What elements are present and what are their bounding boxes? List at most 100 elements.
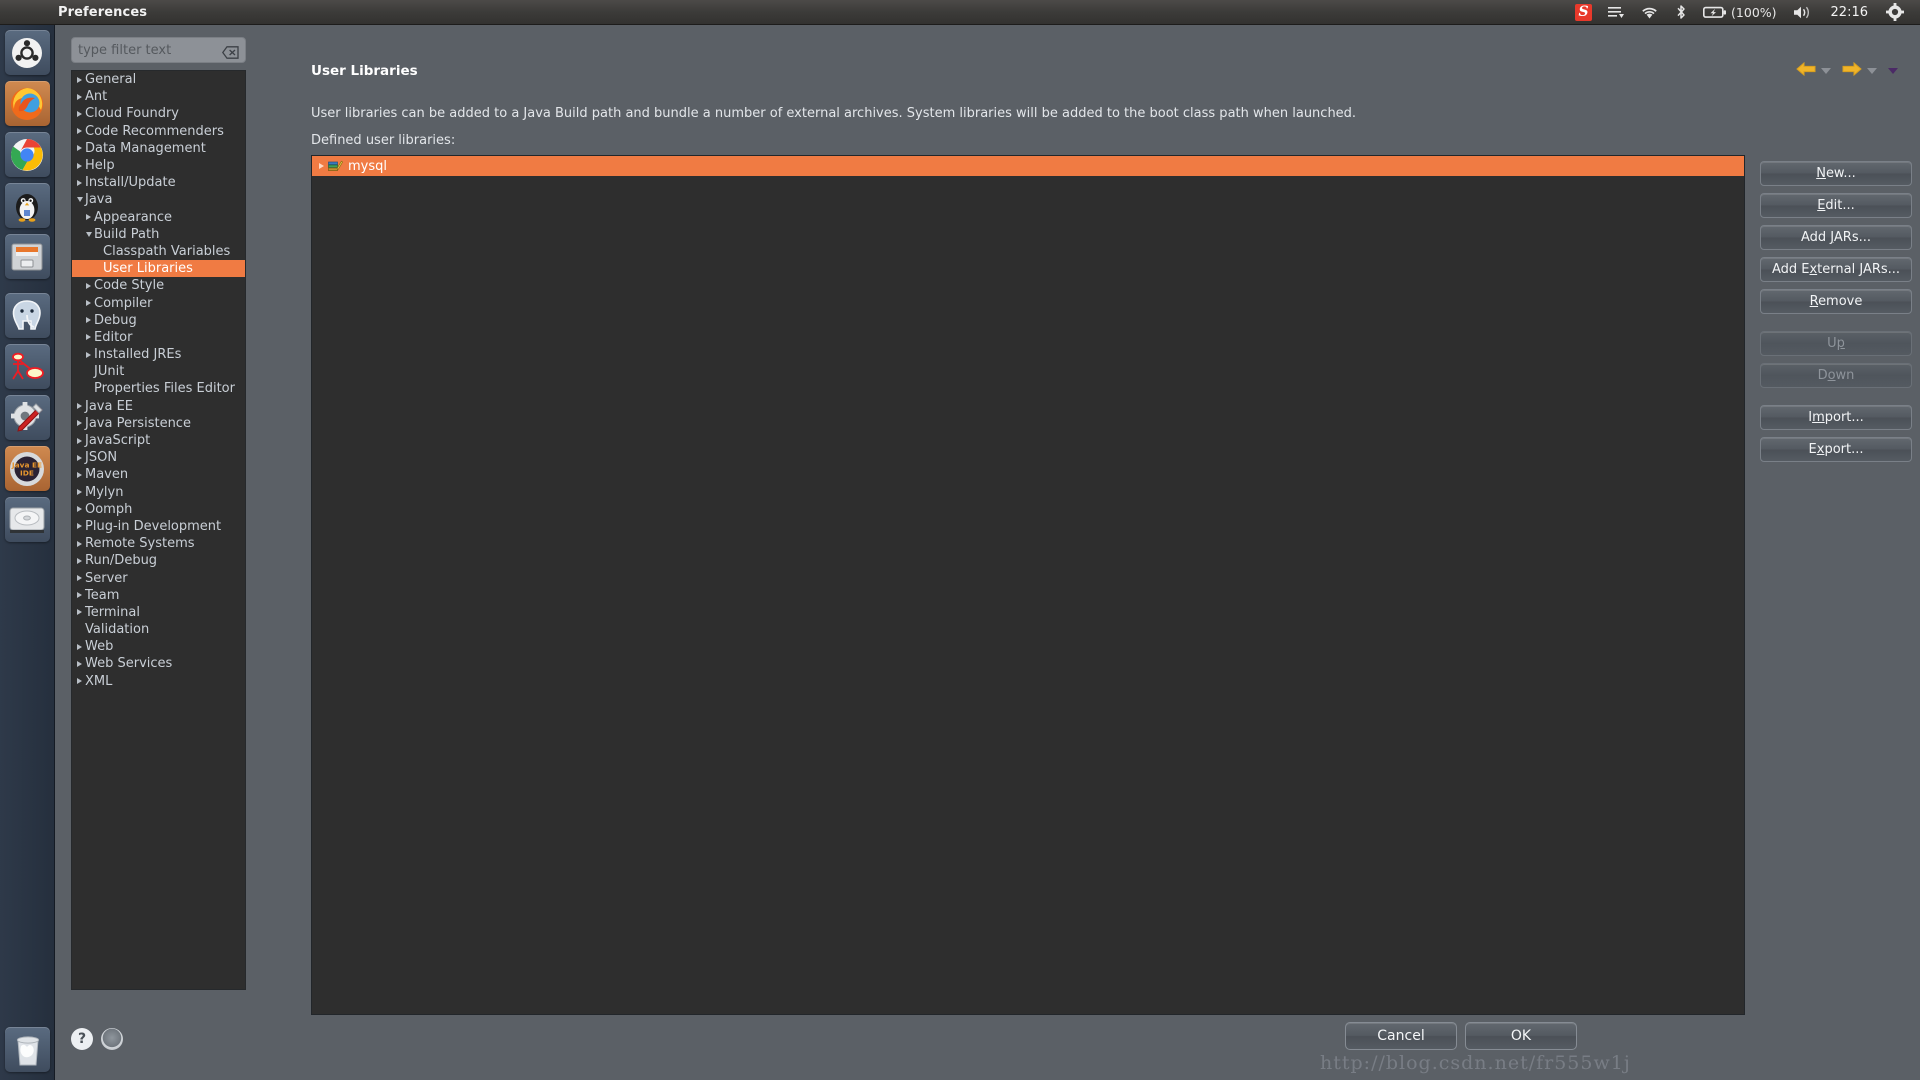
sidebar-item-web-services[interactable]: Web Services [72, 655, 245, 672]
forward-history-chevron-down-icon[interactable] [1867, 68, 1877, 74]
chevron-right-icon[interactable] [83, 214, 94, 221]
user-libraries-list[interactable]: mysql [311, 155, 1745, 1015]
help-button[interactable]: ? [71, 1028, 93, 1050]
back-arrow-icon[interactable] [1796, 61, 1816, 81]
launcher-item-firefox[interactable] [4, 81, 50, 126]
sidebar-item-installed-jres[interactable]: Installed JREs [72, 346, 245, 363]
cancel-button[interactable]: Cancel [1345, 1022, 1457, 1050]
chevron-right-icon[interactable] [74, 506, 85, 513]
launcher-item-files[interactable] [4, 234, 50, 279]
sogou-input-indicator[interactable]: S [1567, 0, 1600, 25]
sidebar-item-java[interactable]: Java [72, 191, 245, 208]
expand-chevron-icon[interactable] [316, 163, 327, 169]
bluetooth-indicator[interactable] [1667, 0, 1695, 25]
chevron-right-icon[interactable] [83, 300, 94, 307]
sidebar-item-json[interactable]: JSON [72, 449, 245, 466]
launcher-item-eclipse-java-ee-ide[interactable]: Java EE IDE [4, 446, 50, 491]
sidebar-item-java-persistence[interactable]: Java Persistence [72, 415, 245, 432]
sidebar-item-remote-systems[interactable]: Remote Systems [72, 535, 245, 552]
view-menu-chevron-down-icon[interactable] [1888, 68, 1898, 74]
sidebar-item-appearance[interactable]: Appearance [72, 209, 245, 226]
chevron-right-icon[interactable] [74, 93, 85, 100]
clear-field-icon[interactable] [221, 44, 239, 59]
sidebar-item-help[interactable]: Help [72, 157, 245, 174]
sidebar-item-classpath-variables[interactable]: Classpath Variables [72, 243, 245, 260]
launcher-item-ubuntu-dash[interactable] [4, 30, 50, 75]
launcher-item-chrome[interactable] [4, 132, 50, 177]
sidebar-item-terminal[interactable]: Terminal [72, 604, 245, 621]
add-external-jars-button[interactable]: Add External JARs... [1760, 257, 1912, 282]
configure-button[interactable] [101, 1028, 123, 1050]
sidebar-item-javascript[interactable]: JavaScript [72, 432, 245, 449]
list-item[interactable]: mysql [312, 156, 1744, 176]
preferences-tree[interactable]: General Ant Cloud Foundry Code Recommenders… [71, 70, 246, 990]
export-button[interactable]: Export... [1760, 437, 1912, 462]
chevron-right-icon[interactable] [74, 540, 85, 547]
session-menu-indicator[interactable] [1878, 0, 1912, 25]
chevron-right-icon[interactable] [74, 437, 85, 444]
chevron-right-icon[interactable] [74, 145, 85, 152]
sidebar-item-xml[interactable]: XML [72, 673, 245, 690]
launcher-item-trash[interactable] [5, 1027, 50, 1072]
chevron-right-icon[interactable] [83, 351, 94, 358]
wifi-indicator[interactable] [1632, 0, 1667, 25]
chevron-right-icon[interactable] [74, 179, 85, 186]
chevron-right-icon[interactable] [74, 678, 85, 685]
chevron-right-icon[interactable] [83, 334, 94, 341]
launcher-item-disk-utility[interactable] [4, 497, 50, 542]
sidebar-item-install-update[interactable]: Install/Update [72, 174, 245, 191]
sidebar-item-java-ee[interactable]: Java EE [72, 398, 245, 415]
chevron-right-icon[interactable] [74, 557, 85, 564]
launcher-item-qq[interactable] [4, 183, 50, 228]
back-history-chevron-down-icon[interactable] [1821, 68, 1831, 74]
sidebar-item-compiler[interactable]: Compiler [72, 294, 245, 311]
sidebar-item-server[interactable]: Server [72, 569, 245, 586]
sidebar-item-user-libraries[interactable]: User Libraries [72, 260, 245, 278]
forward-arrow-icon[interactable] [1842, 61, 1862, 81]
chevron-right-icon[interactable] [74, 403, 85, 410]
sidebar-item-run-debug[interactable]: Run/Debug [72, 552, 245, 569]
sidebar-item-junit[interactable]: JUnit [72, 363, 245, 380]
sidebar-item-build-path[interactable]: Build Path [72, 226, 245, 243]
messages-menu-indicator[interactable] [1600, 0, 1632, 25]
chevron-right-icon[interactable] [74, 162, 85, 169]
sidebar-item-data-management[interactable]: Data Management [72, 140, 245, 157]
chevron-right-icon[interactable] [74, 592, 85, 599]
chevron-right-icon[interactable] [74, 660, 85, 667]
sidebar-item-oomph[interactable]: Oomph [72, 501, 245, 518]
sidebar-item-validation[interactable]: Validation [72, 621, 245, 638]
chevron-right-icon[interactable] [74, 420, 85, 427]
edit-button[interactable]: Edit... [1760, 193, 1912, 218]
chevron-right-icon[interactable] [74, 643, 85, 650]
chevron-right-icon[interactable] [74, 76, 85, 83]
sidebar-item-code-recommenders[interactable]: Code Recommenders [72, 123, 245, 140]
import-button[interactable]: Import... [1760, 405, 1912, 430]
sidebar-item-editor[interactable]: Editor [72, 329, 245, 346]
clock[interactable]: 22:16 [1821, 0, 1878, 25]
search-input[interactable]: type filter text [71, 37, 246, 63]
launcher-item-settings[interactable] [4, 395, 50, 440]
chevron-right-icon[interactable] [74, 110, 85, 117]
sidebar-item-plug-in-development[interactable]: Plug-in Development [72, 518, 245, 535]
sidebar-item-team[interactable]: Team [72, 587, 245, 604]
chevron-right-icon[interactable] [74, 471, 85, 478]
chevron-right-icon[interactable] [74, 454, 85, 461]
volume-indicator[interactable] [1785, 0, 1821, 25]
sidebar-item-code-style[interactable]: Code Style [72, 277, 245, 294]
chevron-right-icon[interactable] [74, 128, 85, 135]
new-button[interactable]: New... [1760, 161, 1912, 186]
sidebar-item-mylyn[interactable]: Mylyn [72, 484, 245, 501]
chevron-down-icon[interactable] [83, 231, 94, 237]
ok-button[interactable]: OK [1465, 1022, 1577, 1050]
sidebar-item-general[interactable]: General [72, 71, 245, 88]
sidebar-item-maven[interactable]: Maven [72, 466, 245, 483]
sidebar-item-debug[interactable]: Debug [72, 312, 245, 329]
sidebar-item-ant[interactable]: Ant [72, 88, 245, 105]
add-jars-button[interactable]: Add JARs... [1760, 225, 1912, 250]
remove-button[interactable]: Remove [1760, 289, 1912, 314]
chevron-down-icon[interactable] [74, 197, 85, 203]
chevron-right-icon[interactable] [74, 575, 85, 582]
chevron-right-icon[interactable] [83, 317, 94, 324]
sidebar-item-cloud-foundry[interactable]: Cloud Foundry [72, 105, 245, 122]
sidebar-item-properties-files-editor[interactable]: Properties Files Editor [72, 380, 245, 397]
